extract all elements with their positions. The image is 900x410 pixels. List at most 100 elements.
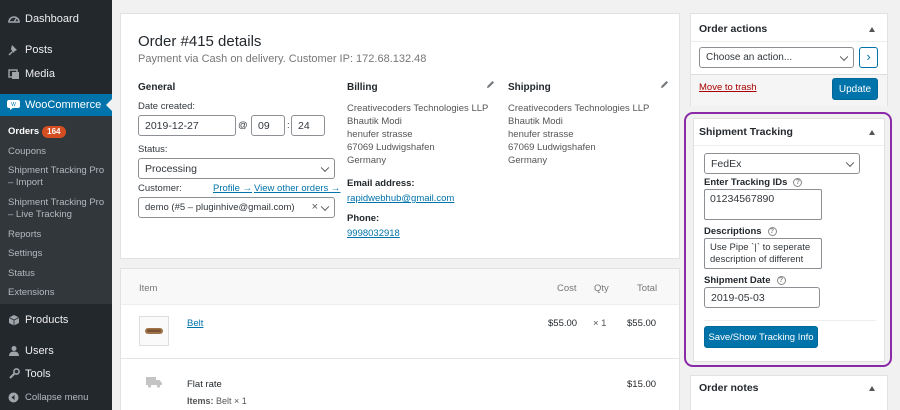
- submenu-status[interactable]: Status: [8, 268, 108, 280]
- billing-phone-link[interactable]: 9998032918: [347, 227, 400, 240]
- shipping-city: 67069 Ludwigshafen: [508, 142, 596, 153]
- descriptions-label: Descriptions?: [704, 226, 777, 237]
- nav-users[interactable]: Users: [0, 340, 112, 362]
- nav-tools[interactable]: Tools: [0, 363, 112, 385]
- header-divider: [691, 41, 887, 42]
- col-item: Item: [139, 283, 158, 294]
- submenu-orders[interactable]: Orders 164: [8, 126, 108, 138]
- tracking-ids-label-text: Enter Tracking IDs: [704, 177, 788, 188]
- shipment-date-label-text: Shipment Date: [704, 275, 771, 286]
- minute-input[interactable]: 24: [291, 115, 325, 136]
- form-divider: [704, 320, 876, 321]
- edit-billing-pencil-icon[interactable]: [486, 80, 495, 92]
- nav-woocommerce[interactable]: W WooCommerce: [0, 94, 112, 116]
- collapse-toggle-icon[interactable]: [869, 386, 875, 391]
- submenu-tracking-import[interactable]: Shipment Tracking Pro – Import: [8, 165, 108, 189]
- billing-phone-label: Phone:: [347, 213, 380, 224]
- collapse-toggle-icon[interactable]: [869, 130, 875, 135]
- billing-country: Germany: [347, 155, 387, 166]
- shipping-country: Germany: [508, 155, 548, 166]
- nav-posts-label: Posts: [25, 44, 53, 56]
- chevron-down-icon: [320, 202, 330, 211]
- col-total: Total: [637, 283, 658, 294]
- order-notes-title: Order notes: [699, 382, 759, 394]
- shipping-total: $15.00: [627, 379, 657, 390]
- shipping-items-label: Items:: [187, 396, 214, 406]
- order-items-panel: Item Cost Qty Total Belt $55.00 × 1 $55.…: [120, 268, 680, 410]
- shipping-name: Bhautik Modi: [508, 116, 563, 127]
- view-other-orders-link[interactable]: View other orders →: [254, 183, 340, 194]
- billing-street: henufer strasse: [347, 129, 413, 140]
- order-notes-panel: Order notes: [690, 375, 888, 410]
- shipping-heading: Shipping: [508, 82, 551, 93]
- collapse-icon: [7, 391, 20, 404]
- billing-heading: Billing: [347, 82, 378, 93]
- customer-profile-link[interactable]: Profile →: [213, 183, 252, 194]
- header-divider: [694, 145, 884, 146]
- hour-input[interactable]: 09: [251, 115, 285, 136]
- chevron-down-icon: [839, 52, 849, 61]
- submenu-tracking-live[interactable]: Shipment Tracking Pro – Live Tracking: [8, 197, 108, 221]
- help-icon[interactable]: ?: [793, 177, 803, 187]
- order-subtitle: Payment via Cash on delivery. Customer I…: [138, 53, 427, 65]
- help-icon[interactable]: ?: [767, 226, 777, 236]
- submenu-settings[interactable]: Settings: [8, 248, 108, 260]
- nav-dashboard[interactable]: Dashboard: [0, 8, 112, 30]
- nav-media[interactable]: Media: [0, 63, 112, 85]
- nav-tools-label: Tools: [25, 368, 51, 380]
- woocommerce-icon: W: [7, 99, 20, 112]
- billing-email-link[interactable]: rapidwebhub@gmail.com: [347, 192, 454, 205]
- shipping-items-value: Belt × 1: [216, 396, 247, 406]
- billing-company: Creativecoders Technologies LLP: [347, 103, 489, 114]
- date-created-input[interactable]: 2019-12-27: [138, 115, 236, 136]
- belt-product-thumbnail: [139, 316, 169, 346]
- save-show-tracking-button[interactable]: Save/Show Tracking Info: [704, 326, 818, 348]
- admin-sidebar: Dashboard Posts Media W WooCommerce Orde…: [0, 0, 112, 410]
- media-icon: [7, 68, 20, 81]
- user-icon: [7, 345, 20, 358]
- tracking-ids-textarea[interactable]: 01234567890: [704, 189, 822, 220]
- billing-city: 67069 Ludwigshafen: [347, 142, 435, 153]
- carrier-select[interactable]: FedEx: [704, 153, 860, 174]
- nav-dashboard-label: Dashboard: [25, 13, 79, 25]
- shipping-street: henufer strasse: [508, 129, 574, 140]
- chevron-down-icon: [845, 158, 855, 167]
- order-action-select[interactable]: Choose an action...: [699, 47, 854, 68]
- submenu-reports[interactable]: Reports: [8, 229, 108, 241]
- update-button[interactable]: Update: [832, 78, 878, 100]
- tracking-ids-label: Enter Tracking IDs?: [704, 177, 803, 188]
- general-heading: General: [138, 82, 176, 93]
- items-divider: [121, 358, 679, 359]
- submenu-extensions[interactable]: Extensions: [8, 287, 108, 299]
- shipment-date-input[interactable]: 2019-05-03: [704, 287, 820, 308]
- edit-shipping-pencil-icon[interactable]: [660, 80, 669, 92]
- pin-icon: [7, 44, 20, 57]
- submenu-coupons[interactable]: Coupons: [8, 146, 108, 158]
- move-to-trash-link[interactable]: Move to trash: [699, 82, 757, 93]
- nav-users-label: Users: [25, 345, 54, 357]
- collapse-toggle-icon[interactable]: [869, 27, 875, 32]
- nav-products[interactable]: Products: [0, 309, 112, 331]
- nav-collapse-menu[interactable]: Collapse menu: [0, 386, 112, 408]
- status-label: Status:: [138, 144, 168, 155]
- customer-value: demo (#5 – pluginhive@gmail.com): [145, 202, 295, 213]
- clear-customer-icon[interactable]: ×: [312, 201, 318, 213]
- billing-email-label: Email address:: [347, 178, 415, 189]
- billing-address: Creativecoders Technologies LLP Bhautik …: [347, 102, 488, 167]
- at-sign: @: [238, 120, 248, 131]
- nav-posts[interactable]: Posts: [0, 39, 112, 61]
- shipping-address: Creativecoders Technologies LLP Bhautik …: [508, 102, 649, 167]
- product-name-link[interactable]: Belt: [187, 318, 203, 329]
- help-icon[interactable]: ?: [776, 275, 786, 285]
- customer-select[interactable]: demo (#5 – pluginhive@gmail.com) ×: [138, 197, 335, 218]
- order-actions-title: Order actions: [699, 23, 768, 35]
- truck-icon: [146, 376, 162, 391]
- status-select[interactable]: Processing: [138, 158, 335, 179]
- wrench-icon: [7, 368, 20, 381]
- descriptions-textarea[interactable]: Use Pipe `|` to seperate description of …: [704, 238, 822, 269]
- customer-label: Customer:: [138, 183, 182, 194]
- chevron-down-icon: [320, 163, 330, 172]
- date-created-label: Date created:: [138, 101, 196, 112]
- apply-action-button[interactable]: ›: [859, 47, 878, 68]
- shipping-items: Items: Belt × 1: [187, 396, 247, 406]
